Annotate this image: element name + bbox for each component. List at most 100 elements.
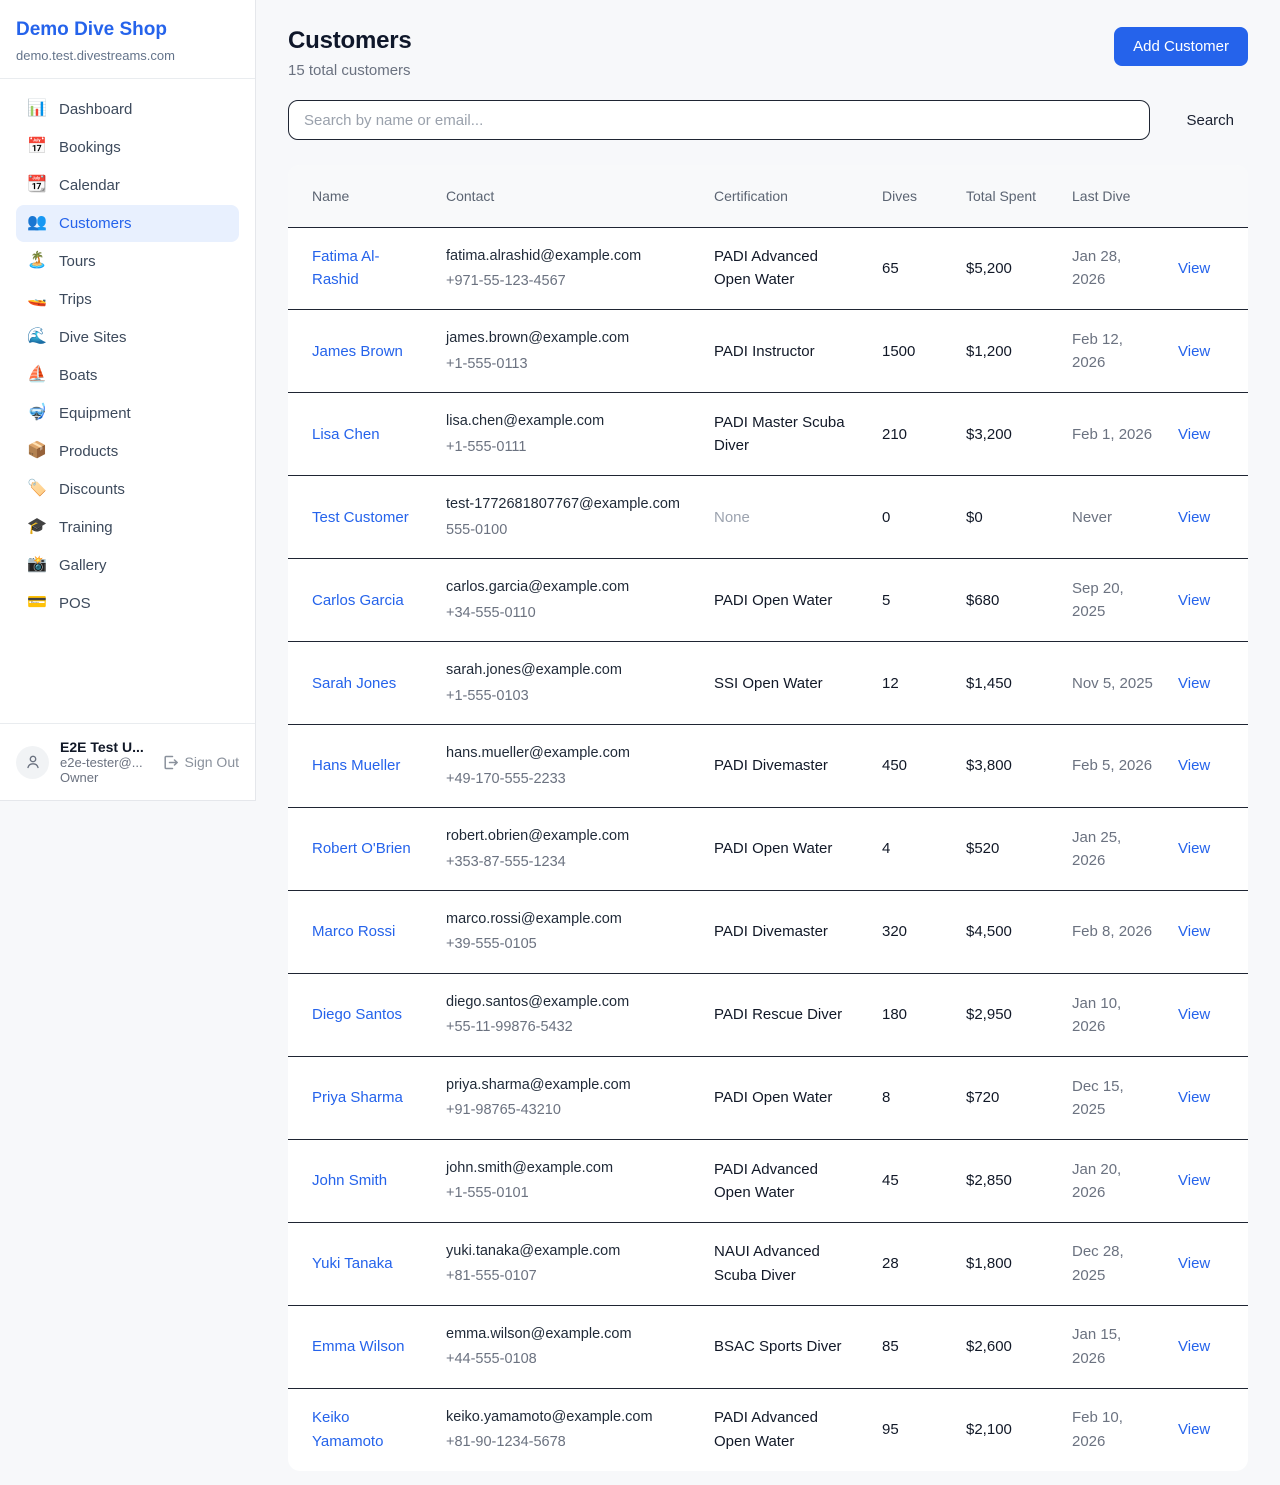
- view-customer-link[interactable]: View: [1178, 260, 1210, 277]
- view-customer-link[interactable]: View: [1178, 840, 1210, 857]
- last-dive-cell: Jan 28, 2026: [1060, 227, 1166, 310]
- sidebar-item-trips[interactable]: 🚤Trips: [16, 281, 239, 318]
- view-customer-link[interactable]: View: [1178, 1006, 1210, 1023]
- customer-name-link[interactable]: Emma Wilson: [312, 1338, 405, 1355]
- customer-email: priya.sharma@example.com: [446, 1074, 690, 1096]
- view-customer-link[interactable]: View: [1178, 923, 1210, 940]
- customer-phone: +34-555-0110: [446, 602, 690, 624]
- table-row: Yuki Tanakayuki.tanaka@example.com+81-55…: [288, 1222, 1248, 1305]
- sidebar-item-pos[interactable]: 💳POS: [16, 585, 239, 622]
- table-row: Hans Muellerhans.mueller@example.com+49-…: [288, 725, 1248, 808]
- sidebar-item-boats[interactable]: ⛵Boats: [16, 357, 239, 394]
- dives-cell: 450: [870, 725, 954, 808]
- customer-name-link[interactable]: Diego Santos: [312, 1006, 402, 1023]
- customer-name-link[interactable]: Fatima Al-Rashid: [312, 248, 380, 288]
- view-customer-link[interactable]: View: [1178, 1089, 1210, 1106]
- customer-name-cell: Hans Mueller: [288, 725, 434, 808]
- sign-out-button[interactable]: Sign Out: [162, 754, 239, 771]
- sidebar-item-discounts[interactable]: 🏷️Discounts: [16, 471, 239, 508]
- last-dive-cell: Jan 25, 2026: [1060, 808, 1166, 891]
- customer-phone: +81-90-1234-5678: [446, 1431, 690, 1453]
- sidebar-item-calendar[interactable]: 📆Calendar: [16, 167, 239, 204]
- customer-phone: +353-87-555-1234: [446, 851, 690, 873]
- sidebar-item-customers[interactable]: 👥Customers: [16, 205, 239, 242]
- sidebar-item-equipment[interactable]: 🤿Equipment: [16, 395, 239, 432]
- view-customer-link[interactable]: View: [1178, 1255, 1210, 1272]
- customer-name-link[interactable]: Sarah Jones: [312, 675, 396, 692]
- customer-name-link[interactable]: John Smith: [312, 1172, 387, 1189]
- dives-cell: 65: [870, 227, 954, 310]
- view-customer-link[interactable]: View: [1178, 592, 1210, 609]
- certification-value: PADI Open Water: [714, 1089, 832, 1106]
- page-title: Customers: [288, 27, 412, 55]
- column-header-name: Name: [288, 165, 434, 227]
- last-dive-cell: Feb 8, 2026: [1060, 891, 1166, 974]
- customer-name-link[interactable]: Marco Rossi: [312, 923, 395, 940]
- customer-name-cell: Lisa Chen: [288, 393, 434, 476]
- customer-name-link[interactable]: Robert O'Brien: [312, 840, 411, 857]
- contact-cell: robert.obrien@example.com+353-87-555-123…: [434, 808, 702, 891]
- table-row: Priya Sharmapriya.sharma@example.com+91-…: [288, 1056, 1248, 1139]
- customer-name-link[interactable]: Test Customer: [312, 509, 409, 526]
- contact-cell: diego.santos@example.com+55-11-99876-543…: [434, 973, 702, 1056]
- view-customer-link[interactable]: View: [1178, 1338, 1210, 1355]
- view-customer-link[interactable]: View: [1178, 675, 1210, 692]
- sidebar-item-label: Dive Sites: [59, 329, 127, 346]
- dives-cell: 85: [870, 1305, 954, 1388]
- customer-name-link[interactable]: James Brown: [312, 343, 403, 360]
- total-spent-cell: $2,850: [954, 1139, 1060, 1222]
- customer-email: diego.santos@example.com: [446, 991, 690, 1013]
- sidebar-item-dashboard[interactable]: 📊Dashboard: [16, 91, 239, 128]
- customer-name-cell: John Smith: [288, 1139, 434, 1222]
- certification-value: PADI Instructor: [714, 343, 815, 360]
- speedboat-icon: 🚤: [27, 291, 46, 307]
- customer-name-link[interactable]: Keiko Yamamoto: [312, 1409, 383, 1449]
- credit-card-icon: 💳: [27, 595, 46, 611]
- view-customer-link[interactable]: View: [1178, 1421, 1210, 1438]
- customer-name-link[interactable]: Hans Mueller: [312, 757, 400, 774]
- actions-cell: View: [1166, 973, 1248, 1056]
- customer-phone: +971-55-123-4567: [446, 270, 690, 292]
- total-spent-cell: $3,800: [954, 725, 1060, 808]
- customer-name-link[interactable]: Priya Sharma: [312, 1089, 403, 1106]
- view-customer-link[interactable]: View: [1178, 426, 1210, 443]
- search-input[interactable]: [288, 100, 1150, 140]
- view-customer-link[interactable]: View: [1178, 509, 1210, 526]
- sidebar-item-label: Tours: [59, 253, 96, 270]
- actions-cell: View: [1166, 808, 1248, 891]
- customer-name-cell: Sarah Jones: [288, 642, 434, 725]
- customer-email: yuki.tanaka@example.com: [446, 1240, 690, 1262]
- column-header-actions: [1166, 165, 1248, 227]
- sidebar-item-label: Training: [59, 519, 113, 536]
- sidebar-item-training[interactable]: 🎓Training: [16, 509, 239, 546]
- dives-cell: 0: [870, 476, 954, 559]
- sidebar-item-gallery[interactable]: 📸Gallery: [16, 547, 239, 584]
- certification-cell: PADI Open Water: [702, 1056, 870, 1139]
- contact-cell: marco.rossi@example.com +39-555-0105: [434, 891, 702, 974]
- customer-name-link[interactable]: Carlos Garcia: [312, 592, 404, 609]
- sidebar-item-products[interactable]: 📦Products: [16, 433, 239, 470]
- sidebar-nav: 📊Dashboard📅Bookings📆Calendar👥Customers🏝️…: [0, 79, 255, 723]
- column-header-certification: Certification: [702, 165, 870, 227]
- sidebar-item-bookings[interactable]: 📅Bookings: [16, 129, 239, 166]
- page-title-block: Customers 15 total customers: [288, 27, 412, 79]
- add-customer-button[interactable]: Add Customer: [1114, 27, 1248, 66]
- customer-email: sarah.jones@example.com: [446, 659, 690, 681]
- view-customer-link[interactable]: View: [1178, 757, 1210, 774]
- search-button[interactable]: Search: [1172, 104, 1248, 137]
- island-icon: 🏝️: [27, 253, 46, 269]
- customer-name-link[interactable]: Yuki Tanaka: [312, 1255, 393, 1272]
- view-customer-link[interactable]: View: [1178, 343, 1210, 360]
- certification-cell: BSAC Sports Diver: [702, 1305, 870, 1388]
- total-spent-cell: $1,200: [954, 310, 1060, 393]
- customer-phone: +39-555-0105: [446, 933, 690, 955]
- customer-email: john.smith@example.com: [446, 1157, 690, 1179]
- dives-cell: 12: [870, 642, 954, 725]
- customer-name-link[interactable]: Lisa Chen: [312, 426, 380, 443]
- sidebar-item-tours[interactable]: 🏝️ Tours: [16, 243, 239, 280]
- people-icon: 👥: [27, 215, 46, 231]
- view-customer-link[interactable]: View: [1178, 1172, 1210, 1189]
- sidebar-item-dive-sites[interactable]: 🌊Dive Sites: [16, 319, 239, 356]
- customer-email: marco.rossi@example.com: [446, 908, 690, 930]
- sidebar-item-label: Calendar: [59, 177, 120, 194]
